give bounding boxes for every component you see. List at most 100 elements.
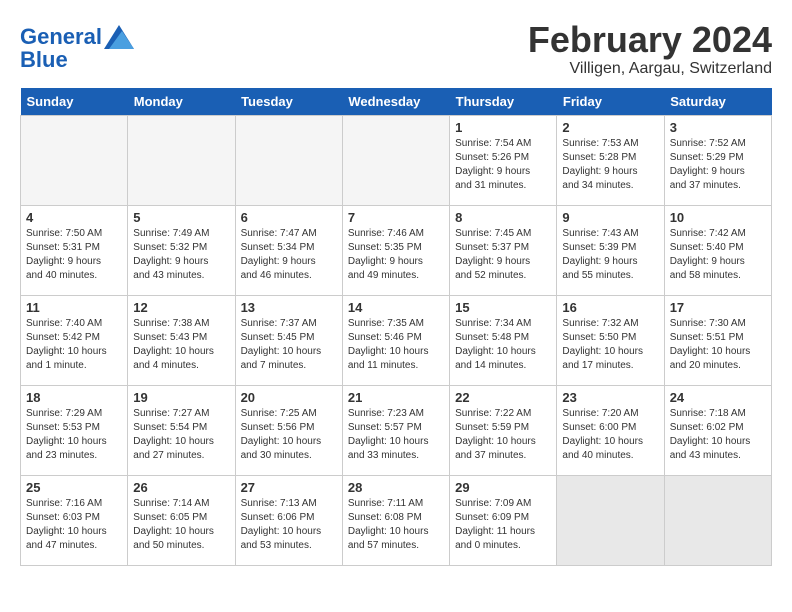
subtitle: Villigen, Aargau, Switzerland [528, 60, 772, 78]
day-info: Sunrise: 7:42 AM Sunset: 5:40 PM Dayligh… [670, 227, 766, 283]
logo-icon [104, 25, 134, 49]
calendar-cell: 2Sunrise: 7:53 AM Sunset: 5:28 PM Daylig… [557, 115, 664, 205]
calendar-week-4: 18 Sunrise: 7:29 AM Sunset: 5:53 PM Dayli… [21, 385, 772, 475]
title-block: February 2024 Villigen, Aargau, Switzerl… [528, 20, 772, 78]
day-number: 15 [455, 300, 551, 315]
calendar-table: SundayMondayTuesdayWednesdayThursdayFrid… [20, 88, 772, 566]
day-info: Sunrise: 7:20 AM Sunset: 6:00 PM Dayligh… [562, 407, 658, 463]
weekday-header-monday: Monday [128, 88, 235, 116]
calendar-cell: 14 Sunrise: 7:35 AM Sunset: 5:46 PM Dayli… [342, 295, 449, 385]
calendar-cell: 12 Sunrise: 7:38 AM Sunset: 5:43 PM Dayli… [128, 295, 235, 385]
calendar-cell: 22 Sunrise: 7:22 AM Sunset: 5:59 PM Dayli… [450, 385, 557, 475]
day-number: 8 [455, 210, 551, 225]
day-info: Sunrise: 7:50 AM Sunset: 5:31 PM Dayligh… [26, 227, 122, 283]
day-number: 22 [455, 390, 551, 405]
calendar-cell: 19 Sunrise: 7:27 AM Sunset: 5:54 PM Dayli… [128, 385, 235, 475]
calendar-cell: 9Sunrise: 7:43 AM Sunset: 5:39 PM Daylig… [557, 205, 664, 295]
day-number: 28 [348, 480, 444, 495]
weekday-header-saturday: Saturday [664, 88, 771, 116]
day-number: 5 [133, 210, 229, 225]
logo-text: General [20, 26, 102, 48]
weekday-header-wednesday: Wednesday [342, 88, 449, 116]
day-number: 26 [133, 480, 229, 495]
day-info: Sunrise: 7:25 AM Sunset: 5:56 PM Dayligh… [241, 407, 337, 463]
calendar-cell: 3 Sunrise: 7:52 AM Sunset: 5:29 PM Daylig… [664, 115, 771, 205]
day-number: 4 [26, 210, 122, 225]
day-info: Sunrise: 7:34 AM Sunset: 5:48 PM Dayligh… [455, 317, 551, 373]
day-number: 18 [26, 390, 122, 405]
day-info: Sunrise: 7:14 AM Sunset: 6:05 PM Dayligh… [133, 497, 229, 553]
day-number: 24 [670, 390, 766, 405]
calendar-cell: 5Sunrise: 7:49 AM Sunset: 5:32 PM Daylig… [128, 205, 235, 295]
calendar-cell: 1Sunrise: 7:54 AM Sunset: 5:26 PM Daylig… [450, 115, 557, 205]
day-number: 23 [562, 390, 658, 405]
calendar-cell: 26 Sunrise: 7:14 AM Sunset: 6:05 PM Dayli… [128, 475, 235, 565]
calendar-cell: 21 Sunrise: 7:23 AM Sunset: 5:57 PM Dayli… [342, 385, 449, 475]
weekday-header-friday: Friday [557, 88, 664, 116]
day-number: 11 [26, 300, 122, 315]
weekday-header-thursday: Thursday [450, 88, 557, 116]
calendar-cell: 7Sunrise: 7:46 AM Sunset: 5:35 PM Daylig… [342, 205, 449, 295]
calendar-cell: 6Sunrise: 7:47 AM Sunset: 5:34 PM Daylig… [235, 205, 342, 295]
day-number: 19 [133, 390, 229, 405]
day-number: 25 [26, 480, 122, 495]
day-info: Sunrise: 7:22 AM Sunset: 5:59 PM Dayligh… [455, 407, 551, 463]
day-info: Sunrise: 7:23 AM Sunset: 5:57 PM Dayligh… [348, 407, 444, 463]
day-number: 27 [241, 480, 337, 495]
calendar-cell [21, 115, 128, 205]
day-number: 12 [133, 300, 229, 315]
day-number: 16 [562, 300, 658, 315]
month-title: February 2024 [528, 20, 772, 60]
day-info: Sunrise: 7:32 AM Sunset: 5:50 PM Dayligh… [562, 317, 658, 373]
calendar-week-5: 25 Sunrise: 7:16 AM Sunset: 6:03 PM Dayli… [21, 475, 772, 565]
calendar-week-3: 11 Sunrise: 7:40 AM Sunset: 5:42 PM Dayli… [21, 295, 772, 385]
day-number: 7 [348, 210, 444, 225]
calendar-cell: 24 Sunrise: 7:18 AM Sunset: 6:02 PM Dayli… [664, 385, 771, 475]
day-number: 13 [241, 300, 337, 315]
day-number: 2 [562, 120, 658, 135]
calendar-cell: 23 Sunrise: 7:20 AM Sunset: 6:00 PM Dayli… [557, 385, 664, 475]
calendar-cell [128, 115, 235, 205]
calendar-cell: 25 Sunrise: 7:16 AM Sunset: 6:03 PM Dayli… [21, 475, 128, 565]
day-info: Sunrise: 7:40 AM Sunset: 5:42 PM Dayligh… [26, 317, 122, 373]
calendar-cell: 20 Sunrise: 7:25 AM Sunset: 5:56 PM Dayli… [235, 385, 342, 475]
day-number: 10 [670, 210, 766, 225]
day-number: 9 [562, 210, 658, 225]
day-number: 14 [348, 300, 444, 315]
calendar-cell: 15 Sunrise: 7:34 AM Sunset: 5:48 PM Dayli… [450, 295, 557, 385]
calendar-cell: 17 Sunrise: 7:30 AM Sunset: 5:51 PM Dayli… [664, 295, 771, 385]
calendar-week-1: 1Sunrise: 7:54 AM Sunset: 5:26 PM Daylig… [21, 115, 772, 205]
day-number: 29 [455, 480, 551, 495]
day-number: 20 [241, 390, 337, 405]
weekday-header-tuesday: Tuesday [235, 88, 342, 116]
day-info: Sunrise: 7:16 AM Sunset: 6:03 PM Dayligh… [26, 497, 122, 553]
weekday-header-row: SundayMondayTuesdayWednesdayThursdayFrid… [21, 88, 772, 116]
day-info: Sunrise: 7:45 AM Sunset: 5:37 PM Dayligh… [455, 227, 551, 283]
day-number: 3 [670, 120, 766, 135]
page-header: General Blue February 2024 Villigen, Aar… [20, 20, 772, 78]
calendar-cell [235, 115, 342, 205]
calendar-cell: 29 Sunrise: 7:09 AM Sunset: 6:09 PM Dayli… [450, 475, 557, 565]
calendar-cell: 10 Sunrise: 7:42 AM Sunset: 5:40 PM Dayli… [664, 205, 771, 295]
day-info: Sunrise: 7:29 AM Sunset: 5:53 PM Dayligh… [26, 407, 122, 463]
day-info: Sunrise: 7:27 AM Sunset: 5:54 PM Dayligh… [133, 407, 229, 463]
calendar-cell [664, 475, 771, 565]
calendar-cell [342, 115, 449, 205]
day-info: Sunrise: 7:13 AM Sunset: 6:06 PM Dayligh… [241, 497, 337, 553]
day-number: 17 [670, 300, 766, 315]
calendar-cell: 27 Sunrise: 7:13 AM Sunset: 6:06 PM Dayli… [235, 475, 342, 565]
day-info: Sunrise: 7:09 AM Sunset: 6:09 PM Dayligh… [455, 497, 551, 553]
day-info: Sunrise: 7:52 AM Sunset: 5:29 PM Dayligh… [670, 137, 766, 193]
day-number: 6 [241, 210, 337, 225]
weekday-header-sunday: Sunday [21, 88, 128, 116]
day-info: Sunrise: 7:30 AM Sunset: 5:51 PM Dayligh… [670, 317, 766, 373]
calendar-cell: 18 Sunrise: 7:29 AM Sunset: 5:53 PM Dayli… [21, 385, 128, 475]
day-info: Sunrise: 7:18 AM Sunset: 6:02 PM Dayligh… [670, 407, 766, 463]
day-info: Sunrise: 7:38 AM Sunset: 5:43 PM Dayligh… [133, 317, 229, 373]
calendar-cell: 13 Sunrise: 7:37 AM Sunset: 5:45 PM Dayli… [235, 295, 342, 385]
day-info: Sunrise: 7:35 AM Sunset: 5:46 PM Dayligh… [348, 317, 444, 373]
day-number: 21 [348, 390, 444, 405]
calendar-cell: 16 Sunrise: 7:32 AM Sunset: 5:50 PM Dayli… [557, 295, 664, 385]
calendar-cell: 4 Sunrise: 7:50 AM Sunset: 5:31 PM Daylig… [21, 205, 128, 295]
day-info: Sunrise: 7:37 AM Sunset: 5:45 PM Dayligh… [241, 317, 337, 373]
